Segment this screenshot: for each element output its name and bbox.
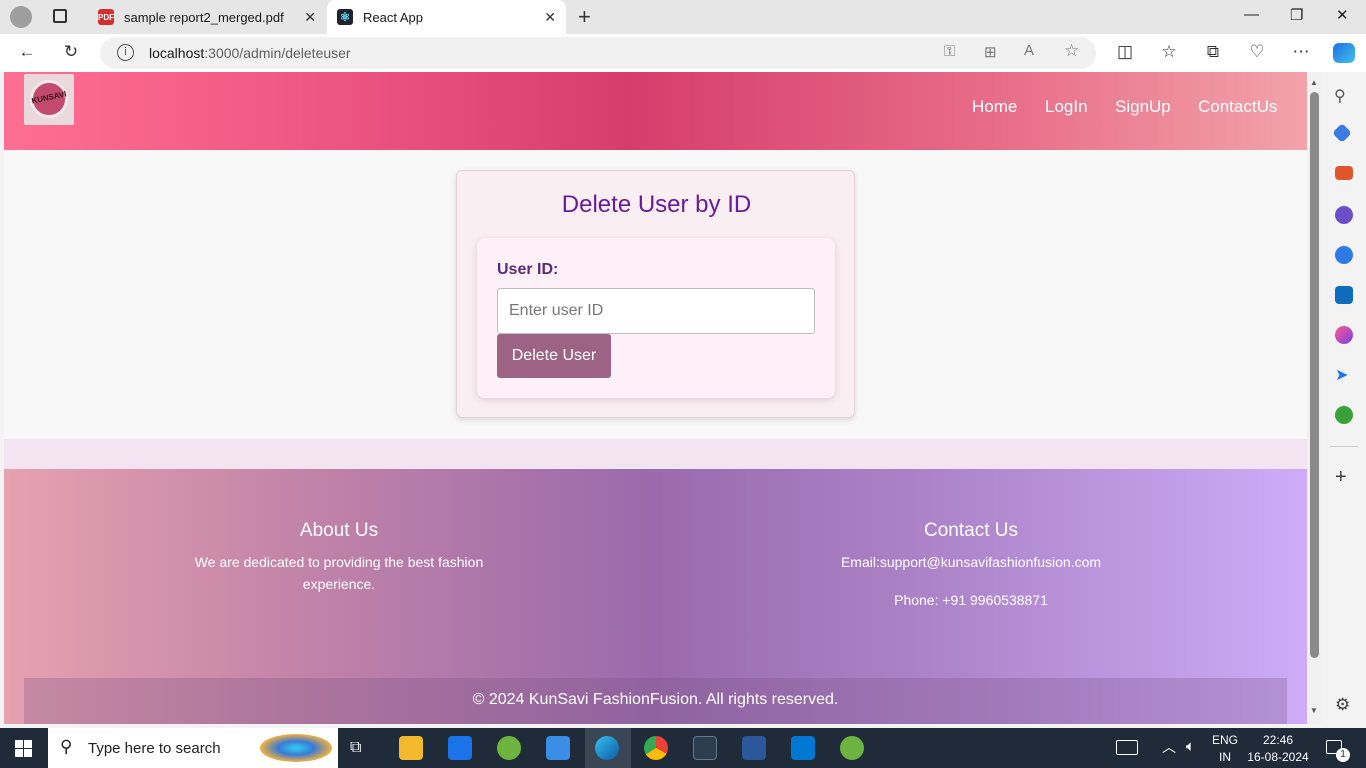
footer-about-text: We are dedicated to providing the best f… [194, 554, 484, 592]
mail-icon[interactable] [448, 736, 472, 760]
edge-icon[interactable] [595, 736, 619, 760]
volume-icon[interactable]: 🔈︎ [1186, 738, 1195, 755]
restore-icon[interactable]: ❐ [1290, 6, 1303, 24]
delete-user-form: User ID: Delete User [477, 238, 835, 398]
mysql-icon[interactable] [693, 736, 717, 760]
react-icon: ⚛ [337, 9, 353, 25]
profile-icon[interactable] [10, 6, 32, 28]
page-viewport: KUNSAVI Home LogIn SignUp ContactUs Dele… [4, 72, 1307, 724]
search-highlight-image [260, 734, 332, 762]
keyboard-icon[interactable] [1116, 740, 1138, 755]
refresh-icon[interactable]: ↻ [60, 42, 82, 62]
taskbar-search[interactable]: ⚲ Type here to search [48, 728, 338, 768]
chrome-icon[interactable] [644, 736, 668, 760]
footer-about-title: About Us [299, 520, 379, 541]
send-icon[interactable]: ➤ [1335, 365, 1348, 385]
minimize-icon[interactable]: — [1244, 6, 1259, 23]
pdf-icon: PDF [98, 9, 114, 25]
tab-title: React App [363, 9, 423, 25]
site-navbar: KUNSAVI Home LogIn SignUp ContactUs [4, 72, 1307, 150]
taskbar-search-placeholder: Type here to search [88, 740, 221, 757]
vscode-icon[interactable] [791, 736, 815, 760]
scroll-up-icon[interactable]: ▲ [1310, 78, 1318, 87]
more-options-icon[interactable]: ⋯ [1290, 42, 1312, 62]
tools-icon[interactable] [1335, 166, 1353, 180]
outlook-icon[interactable] [1335, 286, 1353, 304]
microsoft365-icon[interactable] [1335, 246, 1353, 264]
notification-count-badge: 1 [1336, 748, 1350, 762]
file-explorer-icon[interactable] [399, 736, 423, 760]
site-info-icon[interactable]: i [117, 44, 134, 61]
scrollbar-thumb[interactable] [1310, 92, 1319, 658]
designer-icon[interactable] [1335, 326, 1353, 344]
user-id-label: User ID: [497, 261, 559, 278]
close-icon[interactable]: ✕ [544, 9, 556, 26]
nav-contactus[interactable]: ContactUs [1198, 97, 1277, 117]
url-text: localhost:3000/admin/deleteuser [149, 45, 351, 61]
show-hidden-icons-icon[interactable]: ︿ [1162, 737, 1176, 757]
window-close-icon[interactable]: ✕ [1336, 6, 1349, 24]
read-aloud-icon[interactable]: A [1024, 42, 1034, 59]
tree-icon[interactable] [1335, 406, 1353, 424]
footer-phone: Phone: +91 9960538871 [894, 592, 1048, 608]
page-title: Delete User by ID [561, 191, 752, 218]
sidebar-divider [1330, 446, 1358, 447]
key-icon[interactable]: ⚿ [944, 43, 955, 60]
address-bar[interactable]: i localhost:3000/admin/deleteuser ⚿ ⊞ A … [100, 37, 1096, 69]
task-view-icon[interactable]: ⧉ [350, 739, 361, 757]
tab-react-app[interactable]: ⚛ React App ✕ [327, 0, 566, 34]
content-divider-band [4, 439, 1307, 469]
spring-boot-icon[interactable] [840, 736, 864, 760]
nav-home[interactable]: Home [972, 97, 1017, 117]
browser-essentials-icon[interactable]: ♡ [1246, 42, 1268, 62]
tab-pdf[interactable]: PDF sample report2_merged.pdf ✕ [88, 0, 326, 34]
back-icon[interactable]: ← [16, 42, 38, 62]
user-id-input[interactable] [497, 288, 815, 334]
microsoft-store-icon[interactable] [546, 736, 570, 760]
footer-copyright: © 2024 KunSavi FashionFusion. All rights… [24, 678, 1287, 724]
footer-email: Email:support@kunsavifashionfusion.com [840, 554, 1102, 570]
search-icon: ⚲ [60, 737, 73, 756]
word-icon[interactable] [742, 736, 766, 760]
close-icon[interactable]: ✕ [304, 9, 316, 26]
split-screen-icon[interactable]: ◫ [1114, 42, 1136, 62]
settings-gear-icon[interactable]: ⚙ [1335, 695, 1350, 715]
tab-title: sample report2_merged.pdf [124, 9, 284, 25]
add-icon[interactable]: + [1335, 466, 1347, 489]
clock[interactable]: 22:46 16-08-2024 [1244, 733, 1312, 764]
favorite-star-icon[interactable]: ☆ [1064, 41, 1079, 61]
browser-tab-strip: PDF sample report2_merged.pdf ✕ ⚛ React … [0, 0, 1366, 34]
app-icon[interactable]: ⊞ [984, 43, 997, 61]
delete-user-button[interactable]: Delete User [497, 334, 611, 378]
delete-user-card: Delete User by ID User ID: Delete User [456, 170, 855, 418]
new-tab-icon[interactable]: + [578, 4, 591, 30]
tab-actions-icon[interactable] [53, 9, 67, 23]
collections-icon[interactable]: ⧉ [1202, 42, 1224, 62]
nav-login[interactable]: LogIn [1045, 97, 1088, 117]
spring-tool-icon[interactable] [497, 736, 521, 760]
windows-start-icon[interactable] [15, 740, 32, 757]
site-footer: About Us We are dedicated to providing t… [4, 469, 1307, 724]
nav-signup[interactable]: SignUp [1115, 97, 1171, 117]
search-icon[interactable]: ⚲ [1334, 86, 1346, 106]
favorites-icon[interactable]: ☆ [1158, 42, 1180, 62]
language-indicator[interactable]: ENG IN [1208, 733, 1242, 764]
footer-contact-title: Contact Us [924, 520, 1018, 541]
copilot-icon[interactable] [1333, 43, 1355, 63]
page-scrollbar[interactable]: ▲ ▼ [1307, 72, 1322, 724]
scroll-down-icon[interactable]: ▼ [1310, 706, 1318, 715]
site-logo[interactable]: KUNSAVI [24, 74, 74, 125]
games-icon[interactable] [1335, 206, 1353, 224]
windows-taskbar: ⚲ Type here to search ⧉ ︿ 🔈︎ ENG IN 22:4… [0, 728, 1366, 768]
